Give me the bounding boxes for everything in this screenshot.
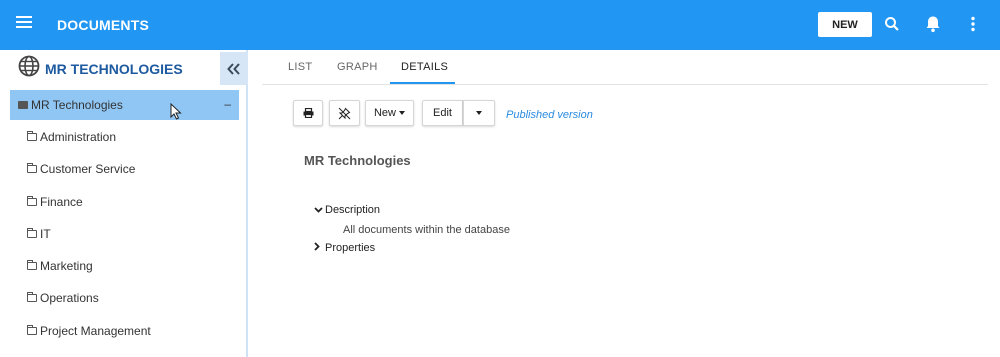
folder-icon — [27, 131, 37, 141]
tree-item-customer-service[interactable]: Customer Service — [27, 161, 135, 177]
new-dropdown-button[interactable]: New — [365, 100, 414, 126]
tree-item-label: Project Management — [40, 324, 151, 338]
unpin-icon — [338, 107, 351, 119]
caret-down-icon — [399, 111, 405, 115]
tree-item-label: Finance — [40, 195, 83, 209]
double-chevron-left-icon[interactable] — [220, 52, 248, 85]
description-text: All documents within the database — [343, 224, 510, 236]
tree-item-project-management[interactable]: Project Management — [27, 323, 151, 339]
org-header: MR TECHNOLOGIES — [0, 50, 248, 85]
briefcase-icon — [18, 101, 28, 109]
print-button[interactable] — [293, 100, 323, 126]
tree-root-label: MR Technologies — [31, 98, 123, 112]
tree-item-operations[interactable]: Operations — [27, 290, 99, 306]
edit-button[interactable]: Edit — [422, 100, 463, 126]
properties-label: Properties — [325, 242, 376, 254]
tree-item-marketing[interactable]: Marketing — [27, 258, 93, 274]
sidebar: MR TECHNOLOGIES MR Technologies – Admini… — [0, 50, 248, 357]
print-icon — [303, 108, 313, 118]
app-title: DOCUMENTS — [57, 17, 150, 33]
menu-icon[interactable] — [16, 16, 32, 30]
folder-icon — [27, 260, 37, 270]
collapse-toggle[interactable]: – — [224, 97, 231, 111]
tree-root-mr-technologies[interactable]: MR Technologies – — [10, 90, 239, 120]
folder-icon — [27, 292, 37, 302]
tree-item-label: Marketing — [40, 259, 93, 273]
search-icon[interactable] — [882, 14, 902, 34]
folder-icon — [27, 163, 37, 173]
org-title: MR TECHNOLOGIES — [45, 61, 183, 77]
new-dropdown-label: New — [373, 107, 396, 119]
caret-down-icon — [476, 111, 482, 115]
chevron-right-icon — [314, 242, 322, 254]
globe-icon — [18, 55, 40, 77]
tree-item-label: IT — [40, 227, 51, 241]
folder-icon — [27, 228, 37, 238]
tabs-divider — [262, 84, 988, 85]
edit-options-button[interactable] — [463, 100, 495, 126]
active-tab-indicator — [390, 82, 455, 84]
top-app-bar: DOCUMENTS NEW — [0, 0, 1000, 50]
tree-item-label: Customer Service — [40, 162, 136, 176]
folder-icon — [27, 325, 37, 335]
tree-item-label: Operations — [40, 291, 99, 305]
status-published-version: Published version — [506, 109, 593, 121]
tree-item-it[interactable]: IT — [27, 226, 51, 242]
tab-list[interactable]: LIST — [288, 61, 312, 73]
mouse-cursor-icon — [170, 102, 182, 125]
bell-icon[interactable] — [923, 14, 943, 34]
properties-toggle[interactable]: Properties — [314, 242, 375, 254]
tree-item-finance[interactable]: Finance — [27, 194, 83, 210]
unpin-button[interactable] — [329, 100, 360, 126]
tab-graph[interactable]: GRAPH — [337, 61, 378, 73]
tree-item-label: Administration — [40, 130, 117, 144]
chevron-down-icon — [314, 204, 323, 216]
description-label: Description — [325, 204, 381, 216]
more-vert-icon[interactable] — [963, 14, 983, 34]
tree-item-administration[interactable]: Administration — [27, 129, 116, 145]
tab-details[interactable]: DETAILS — [401, 61, 448, 73]
folder-icon — [27, 196, 37, 206]
document-title: MR Technologies — [304, 153, 411, 168]
new-document-button[interactable]: NEW — [818, 12, 872, 37]
description-toggle[interactable]: Description — [314, 204, 380, 216]
